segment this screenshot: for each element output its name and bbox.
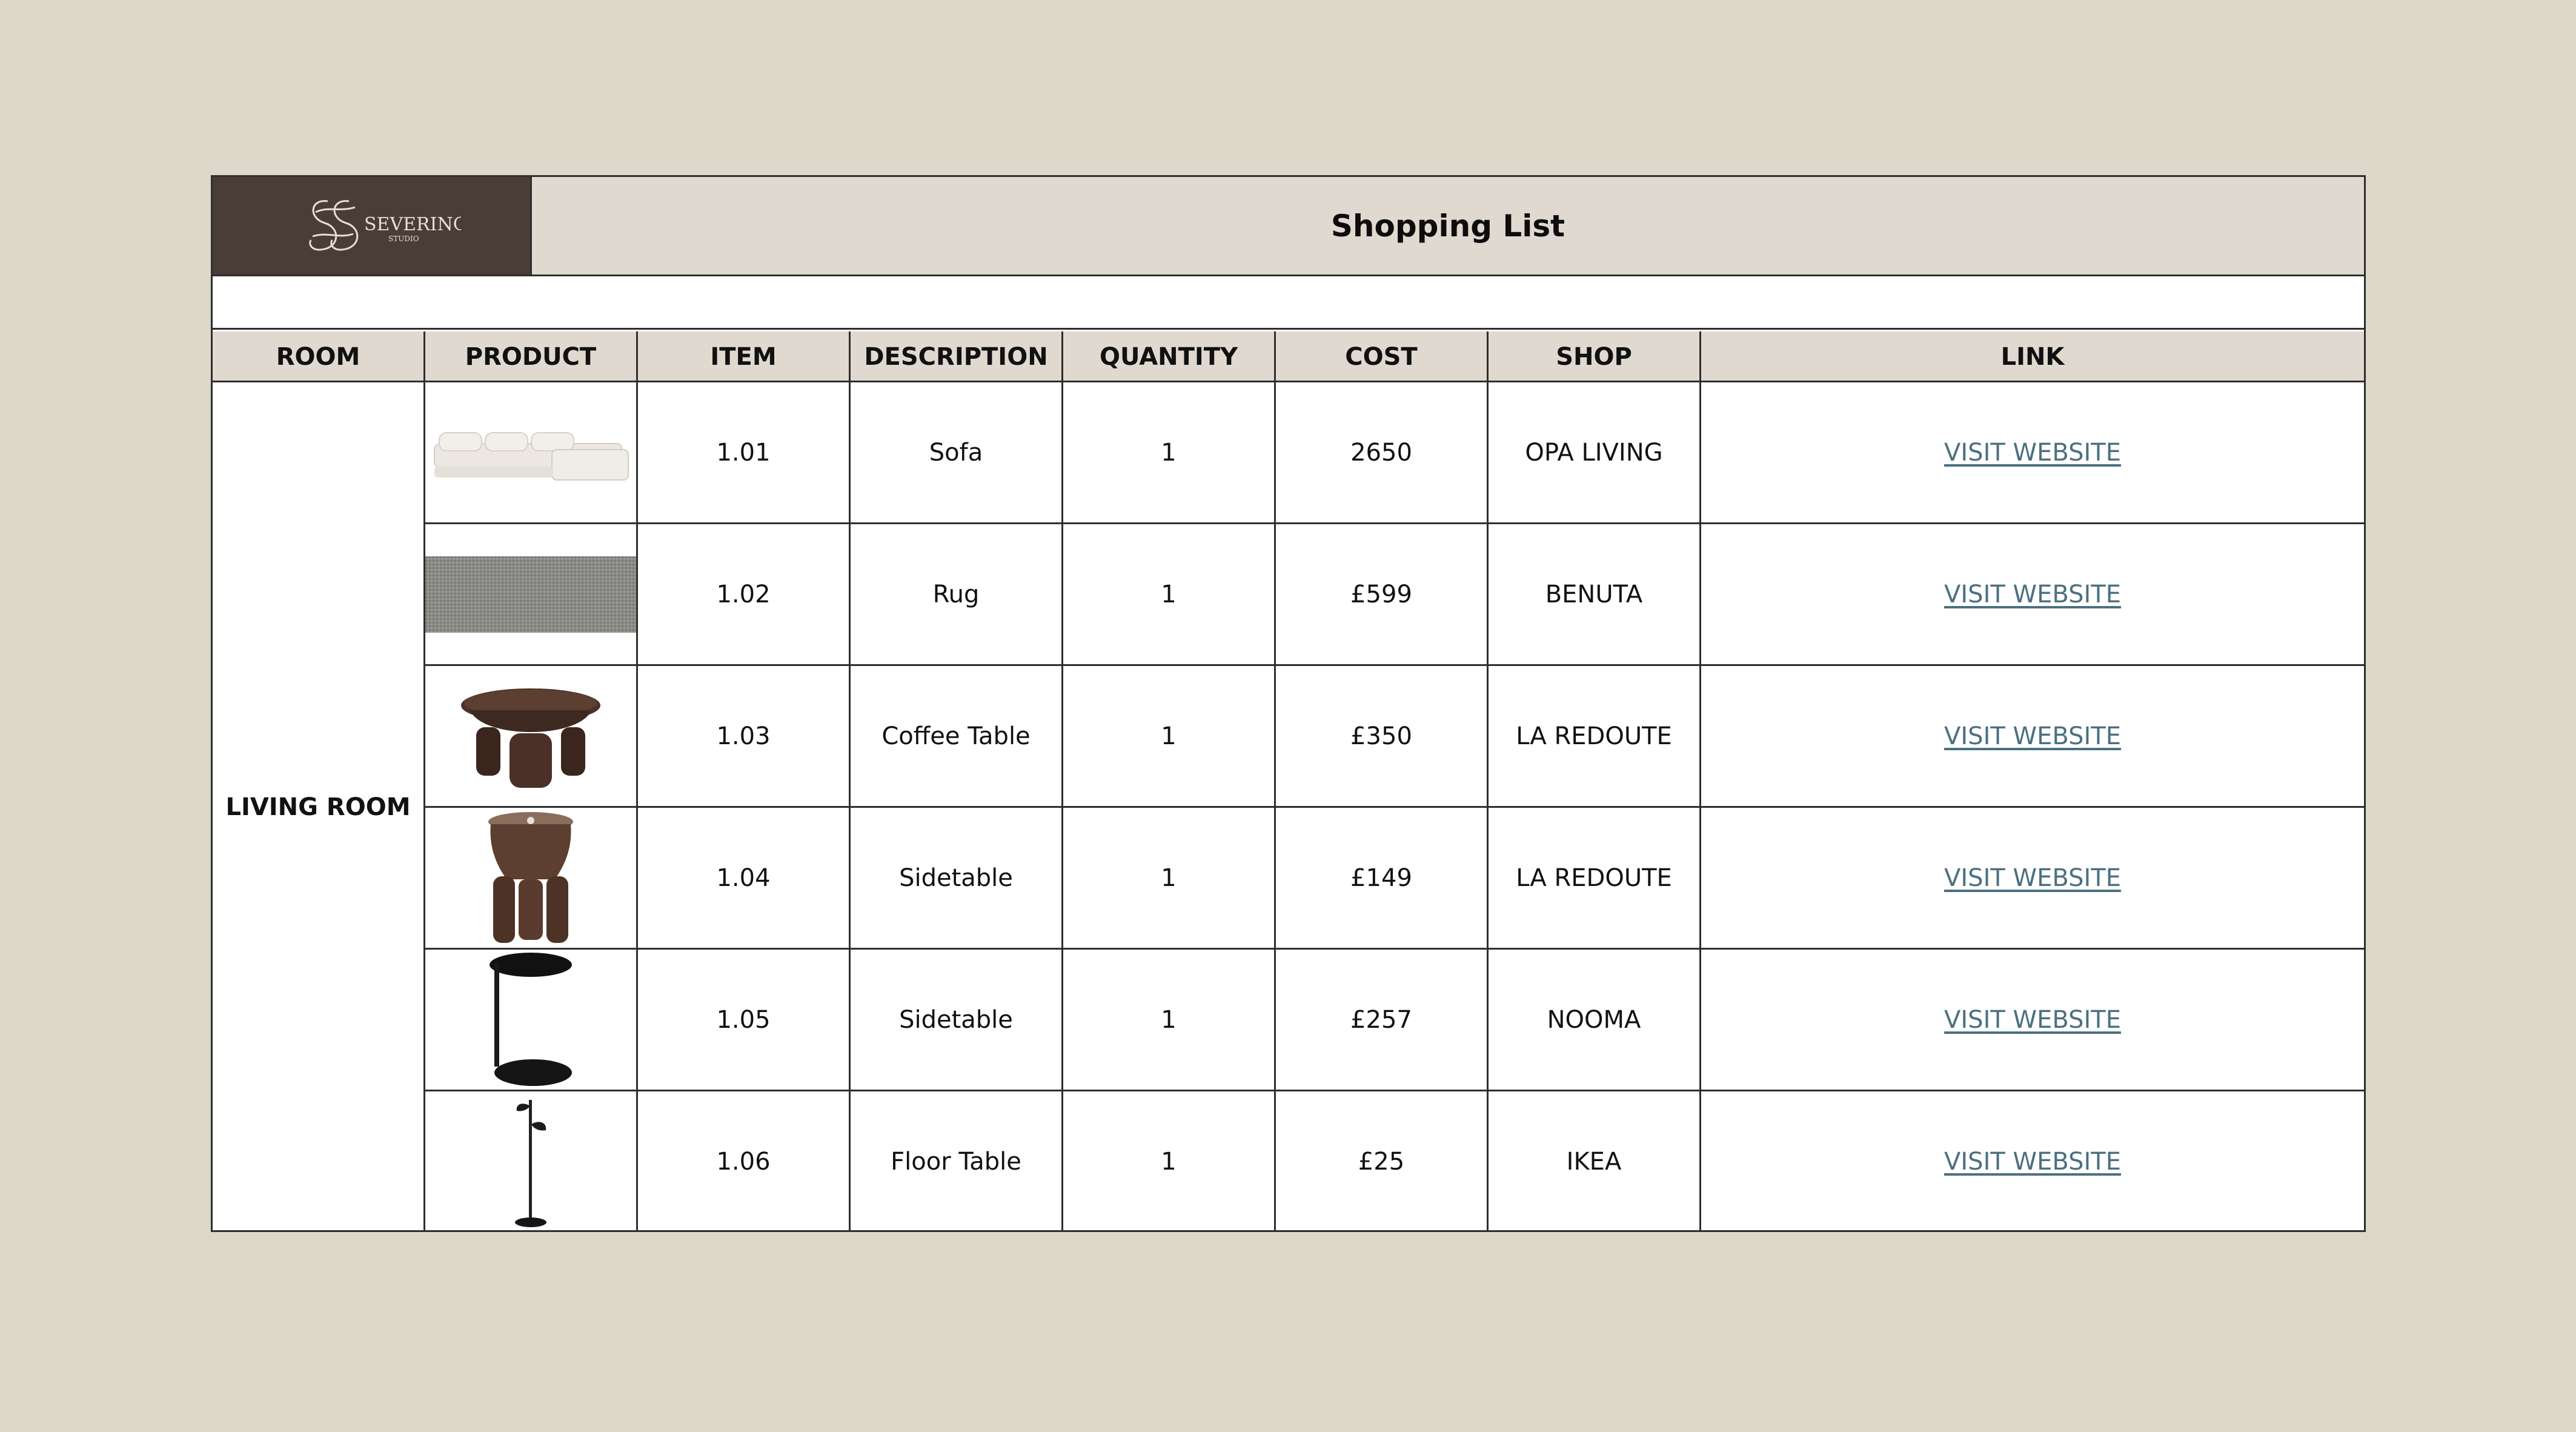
shop-cell: LA REDOUTE	[1489, 808, 1701, 948]
column-header-cost: COST	[1276, 331, 1489, 382]
visit-website-link[interactable]: VISIT WEBSITE	[1944, 1006, 2121, 1034]
table-row: 1.06 Floor Table 1 £25 IKEA VISIT WEBSIT…	[425, 1091, 2364, 1232]
shop-cell: LA REDOUTE	[1489, 666, 1701, 806]
shop-cell: OPA LIVING	[1489, 382, 1701, 522]
description-cell: Sidetable	[851, 950, 1063, 1090]
description-cell: Rug	[851, 524, 1063, 664]
item-cell: 1.04	[638, 808, 851, 948]
shop-cell: NOOMA	[1489, 950, 1701, 1090]
item-cell: 1.06	[638, 1091, 851, 1232]
description-cell: Coffee Table	[851, 666, 1063, 806]
shopping-list-sheet: SEVERINO STUDIO Shopping List ROOM PRODU…	[211, 175, 2366, 1232]
product-image-cell	[425, 382, 638, 522]
product-image-cell	[425, 1091, 638, 1232]
quantity-cell: 1	[1063, 1091, 1276, 1232]
metal-sidetable-image	[490, 953, 572, 1086]
quantity-cell: 1	[1063, 666, 1276, 806]
visit-website-link[interactable]: VISIT WEBSITE	[1944, 439, 2121, 467]
spacer-row	[213, 276, 2364, 330]
table-row: 1.03 Coffee Table 1 £350 LA REDOUTE VISI…	[425, 666, 2364, 808]
cost-cell: £599	[1276, 524, 1489, 664]
link-cell: VISIT WEBSITE	[1701, 950, 2364, 1090]
description-cell: Floor Table	[851, 1091, 1063, 1232]
product-image-cell	[425, 524, 638, 664]
item-cell: 1.05	[638, 950, 851, 1090]
visit-website-link[interactable]: VISIT WEBSITE	[1944, 864, 2121, 892]
shop-cell: IKEA	[1489, 1091, 1701, 1232]
column-header-product: PRODUCT	[425, 331, 638, 382]
description-cell: Sofa	[851, 382, 1063, 522]
table-row: 1.02 Rug 1 £599 BENUTA VISIT WEBSITE	[425, 524, 2364, 666]
brand-logo: SEVERINO STUDIO	[213, 177, 532, 275]
floor-lamp-image	[515, 1099, 546, 1227]
cost-cell: 2650	[1276, 382, 1489, 522]
cost-cell: £350	[1276, 666, 1489, 806]
cost-cell: £25	[1276, 1091, 1489, 1232]
coffee-table-image	[461, 688, 600, 788]
visit-website-link[interactable]: VISIT WEBSITE	[1944, 581, 2121, 608]
link-cell: VISIT WEBSITE	[1701, 1091, 2364, 1232]
quantity-cell: 1	[1063, 382, 1276, 522]
logo-name: SEVERINO	[364, 214, 461, 235]
rug-image	[425, 556, 636, 633]
column-header-link: LINK	[2000, 343, 2065, 371]
severino-logo-icon: SEVERINO STUDIO	[309, 200, 461, 251]
visit-website-link[interactable]: VISIT WEBSITE	[1944, 1148, 2121, 1176]
room-cell: LIVING ROOM	[213, 382, 425, 1232]
quantity-cell: 1	[1063, 524, 1276, 664]
link-cell: VISIT WEBSITE	[1701, 382, 2364, 522]
logo-tagline: STUDIO	[388, 235, 419, 243]
link-cell: VISIT WEBSITE	[1701, 666, 2364, 806]
table-row: 1.04 Sidetable 1 £149 LA REDOUTE VISIT W…	[425, 808, 2364, 950]
quantity-cell: 1	[1063, 808, 1276, 948]
link-cell: VISIT WEBSITE	[1701, 524, 2364, 664]
page-title: Shopping List	[1330, 208, 1565, 244]
description-cell: Sidetable	[851, 808, 1063, 948]
item-cell: 1.02	[638, 524, 851, 664]
visit-website-link[interactable]: VISIT WEBSITE	[1944, 722, 2121, 750]
quantity-cell: 1	[1063, 950, 1276, 1090]
product-image-cell	[425, 950, 638, 1090]
table-row: 1.05 Sidetable 1 £257 NOOMA VISIT WEBSIT…	[425, 950, 2364, 1091]
title-row: SEVERINO STUDIO Shopping List	[213, 177, 2364, 276]
column-header-description: DESCRIPTION	[851, 331, 1063, 382]
column-header-shop: SHOP	[1489, 331, 1701, 382]
table-header: ROOM PRODUCT ITEM DESCRIPTION QUANTITY C…	[213, 331, 2364, 382]
column-header-item: ITEM	[638, 331, 851, 382]
sofa-image	[434, 431, 629, 481]
column-header-quantity: QUANTITY	[1063, 331, 1276, 382]
product-image-cell	[425, 666, 638, 806]
cost-cell: £257	[1276, 950, 1489, 1090]
link-cell: VISIT WEBSITE	[1701, 808, 2364, 948]
column-header-room: ROOM	[213, 331, 425, 382]
table-body: LIVING ROOM 1.01 Sofa 1 2650 OPA LIVING …	[213, 382, 2364, 1232]
cost-cell: £149	[1276, 808, 1489, 948]
item-cell: 1.01	[638, 382, 851, 522]
table-row: 1.01 Sofa 1 2650 OPA LIVING VISIT WEBSIT…	[425, 382, 2364, 524]
item-cell: 1.03	[638, 666, 851, 806]
product-image-cell	[425, 808, 638, 948]
wooden-sidetable-image	[488, 812, 573, 943]
shop-cell: BENUTA	[1489, 524, 1701, 664]
